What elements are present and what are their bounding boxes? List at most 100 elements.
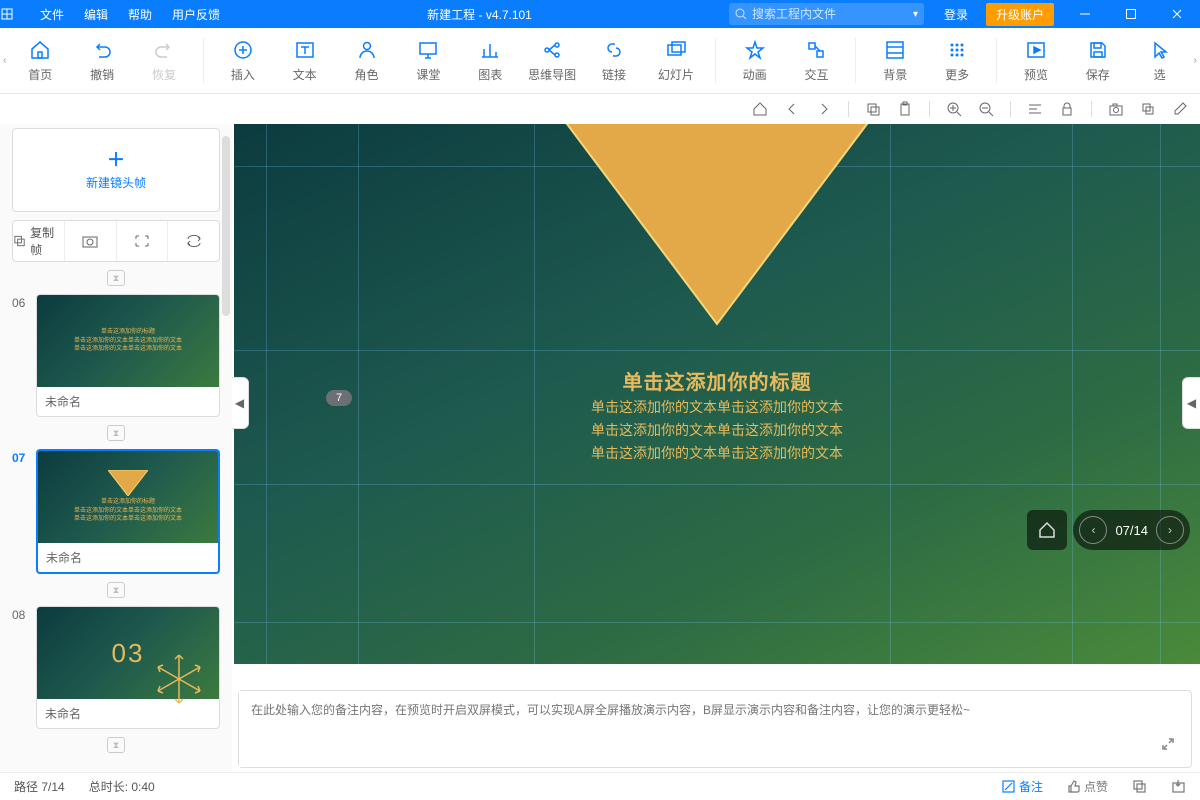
slide-body-line: 单击这添加你的文本单击这添加你的文本 <box>234 396 1200 419</box>
thumb-number: 08 <box>12 606 30 729</box>
thumb-name: 未命名 <box>37 387 219 416</box>
search-dropdown-icon[interactable]: ▾ <box>913 9 918 20</box>
nav-home-button[interactable] <box>1027 510 1067 550</box>
tool-insert[interactable]: 插入 <box>212 28 274 93</box>
copy-frame-button[interactable]: 复制帧 <box>13 221 64 261</box>
search-box[interactable]: ▾ <box>729 3 924 25</box>
ribbon-scroll-left[interactable]: ‹ <box>0 28 9 93</box>
ribbon-separator <box>855 38 856 83</box>
canvas[interactable]: 7 单击这添加你的标题 单击这添加你的文本单击这添加你的文本 单击这添加你的文本… <box>232 124 1200 682</box>
align-icon[interactable] <box>1025 99 1045 119</box>
status-bar: 路径 7/14 总时长: 0:40 备注 点赞 <box>0 772 1200 800</box>
thumb-body: 单击这添加你的文本单击这添加你的文本 <box>74 345 182 353</box>
camera-icon[interactable] <box>1106 99 1126 119</box>
ribbon-toolbar: ‹ 首页 撤销 恢复 插入 文本 角色 课堂 图表 思维导图 链接 幻灯片 动画… <box>0 28 1200 94</box>
animation-icon <box>744 38 766 62</box>
notes-textarea[interactable] <box>239 691 1141 767</box>
slide-triangle-icon <box>537 124 897 344</box>
thumb-preview: 03 <box>37 607 219 699</box>
tool-chart[interactable]: 图表 <box>459 28 521 93</box>
tool-select[interactable]: 选 <box>1129 28 1191 93</box>
sidebar-camera-button[interactable] <box>64 221 116 261</box>
cursor-icon <box>1149 38 1171 62</box>
slide-icon <box>665 38 687 62</box>
nav-page-indicator: 07/14 <box>1109 523 1154 538</box>
classroom-icon <box>417 38 439 62</box>
tool-mindmap[interactable]: 思维导图 <box>521 28 583 93</box>
status-like-button[interactable]: 点赞 <box>1067 778 1108 795</box>
sidebar-loop-button[interactable] <box>167 221 219 261</box>
collapse-right-handle[interactable]: ◀ <box>1182 377 1200 429</box>
nav-pager: ‹ 07/14 › <box>1073 510 1190 550</box>
zoom-in-icon[interactable] <box>944 99 964 119</box>
menu-help[interactable]: 帮助 <box>118 6 162 23</box>
slide-content[interactable]: 7 单击这添加你的标题 单击这添加你的文本单击这添加你的文本 单击这添加你的文本… <box>234 124 1200 664</box>
lock-icon[interactable] <box>1057 99 1077 119</box>
thumb-card-07-selected[interactable]: 单击这添加你的标题 单击这添加你的文本单击这添加你的文本 单击这添加你的文本单击… <box>36 449 220 574</box>
main-area: ＋ 新建镜头帧 复制帧 ⧗ 06 单击这添加你的标题 单击这添加你的文本单击这添… <box>0 124 1200 772</box>
edit-icon[interactable] <box>1170 99 1190 119</box>
ribbon-separator <box>996 38 997 83</box>
canvas-copy-icon[interactable] <box>863 99 883 119</box>
notes-expand-button[interactable] <box>1155 731 1181 757</box>
tool-select-label: 选 <box>1154 66 1166 83</box>
status-like-label: 点赞 <box>1084 778 1108 795</box>
tool-anim[interactable]: 动画 <box>724 28 786 93</box>
window-maximize-button[interactable] <box>1108 0 1154 28</box>
tool-home[interactable]: 首页 <box>9 28 71 93</box>
tool-mindmap-label: 思维导图 <box>528 66 576 83</box>
canvas-home-icon[interactable] <box>750 99 770 119</box>
tool-class[interactable]: 课堂 <box>397 28 459 93</box>
tool-undo[interactable]: 撤销 <box>71 28 133 93</box>
menu-feedback[interactable]: 用户反馈 <box>162 6 230 23</box>
new-frame-button[interactable]: ＋ 新建镜头帧 <box>12 128 220 212</box>
separator <box>1010 101 1011 117</box>
canvas-next-icon[interactable] <box>814 99 834 119</box>
login-button[interactable]: 登录 <box>934 6 978 23</box>
tool-slide[interactable]: 幻灯片 <box>645 28 707 93</box>
slide-nav-overlay: ‹ 07/14 › <box>1027 510 1190 550</box>
timeline-spacer: ⧗ <box>12 425 220 441</box>
menu-edit[interactable]: 编辑 <box>74 6 118 23</box>
status-export-button[interactable] <box>1171 779 1186 794</box>
thumb-number-03: 03 <box>112 638 145 669</box>
nav-prev-button[interactable]: ‹ <box>1079 516 1107 544</box>
tool-more[interactable]: 更多 <box>926 28 988 93</box>
insert-icon <box>232 38 254 62</box>
zoom-out-icon[interactable] <box>976 99 996 119</box>
tool-interact[interactable]: 交互 <box>786 28 848 93</box>
slide-title[interactable]: 单击这添加你的标题 <box>234 366 1200 395</box>
sidebar-scrollbar[interactable] <box>222 136 230 316</box>
search-input[interactable] <box>752 7 913 21</box>
stack-icon[interactable] <box>1138 99 1158 119</box>
tool-role[interactable]: 角色 <box>336 28 398 93</box>
ribbon-separator <box>715 38 716 83</box>
collapse-left-handle[interactable]: ◀ <box>232 377 249 429</box>
window-minimize-button[interactable] <box>1062 0 1108 28</box>
tool-link[interactable]: 链接 <box>583 28 645 93</box>
thumb-card-08[interactable]: 03 未命名 <box>36 606 220 729</box>
canvas-wrap: 7 单击这添加你的标题 单击这添加你的文本单击这添加你的文本 单击这添加你的文本… <box>232 124 1200 772</box>
status-layers-button[interactable] <box>1132 779 1147 794</box>
thumb-card-06[interactable]: 单击这添加你的标题 单击这添加你的文本单击这添加你的文本 单击这添加你的文本单击… <box>36 294 220 417</box>
tool-bg[interactable]: 背景 <box>864 28 926 93</box>
slide-body[interactable]: 单击这添加你的文本单击这添加你的文本 单击这添加你的文本单击这添加你的文本 单击… <box>234 396 1200 465</box>
sidebar-tools: 复制帧 <box>12 220 220 262</box>
thumb-row-08: 08 03 未命名 <box>12 606 220 729</box>
tool-text[interactable]: 文本 <box>274 28 336 93</box>
status-remark-button[interactable]: 备注 <box>1002 778 1043 795</box>
ribbon-scroll-right[interactable]: › <box>1191 28 1200 93</box>
tool-save[interactable]: 保存 <box>1067 28 1129 93</box>
tool-chart-label: 图表 <box>478 66 502 83</box>
canvas-prev-icon[interactable] <box>782 99 802 119</box>
tool-preview[interactable]: 预览 <box>1005 28 1067 93</box>
menu-file[interactable]: 文件 <box>30 6 74 23</box>
nav-next-button[interactable]: › <box>1156 516 1184 544</box>
upgrade-button[interactable]: 升级账户 <box>986 3 1054 26</box>
canvas-paste-icon[interactable] <box>895 99 915 119</box>
thumb-title: 单击这添加你的标题 <box>101 498 155 506</box>
separator <box>929 101 930 117</box>
new-frame-label: 新建镜头帧 <box>86 174 146 191</box>
sidebar-scan-button[interactable] <box>116 221 168 261</box>
window-close-button[interactable] <box>1154 0 1200 28</box>
